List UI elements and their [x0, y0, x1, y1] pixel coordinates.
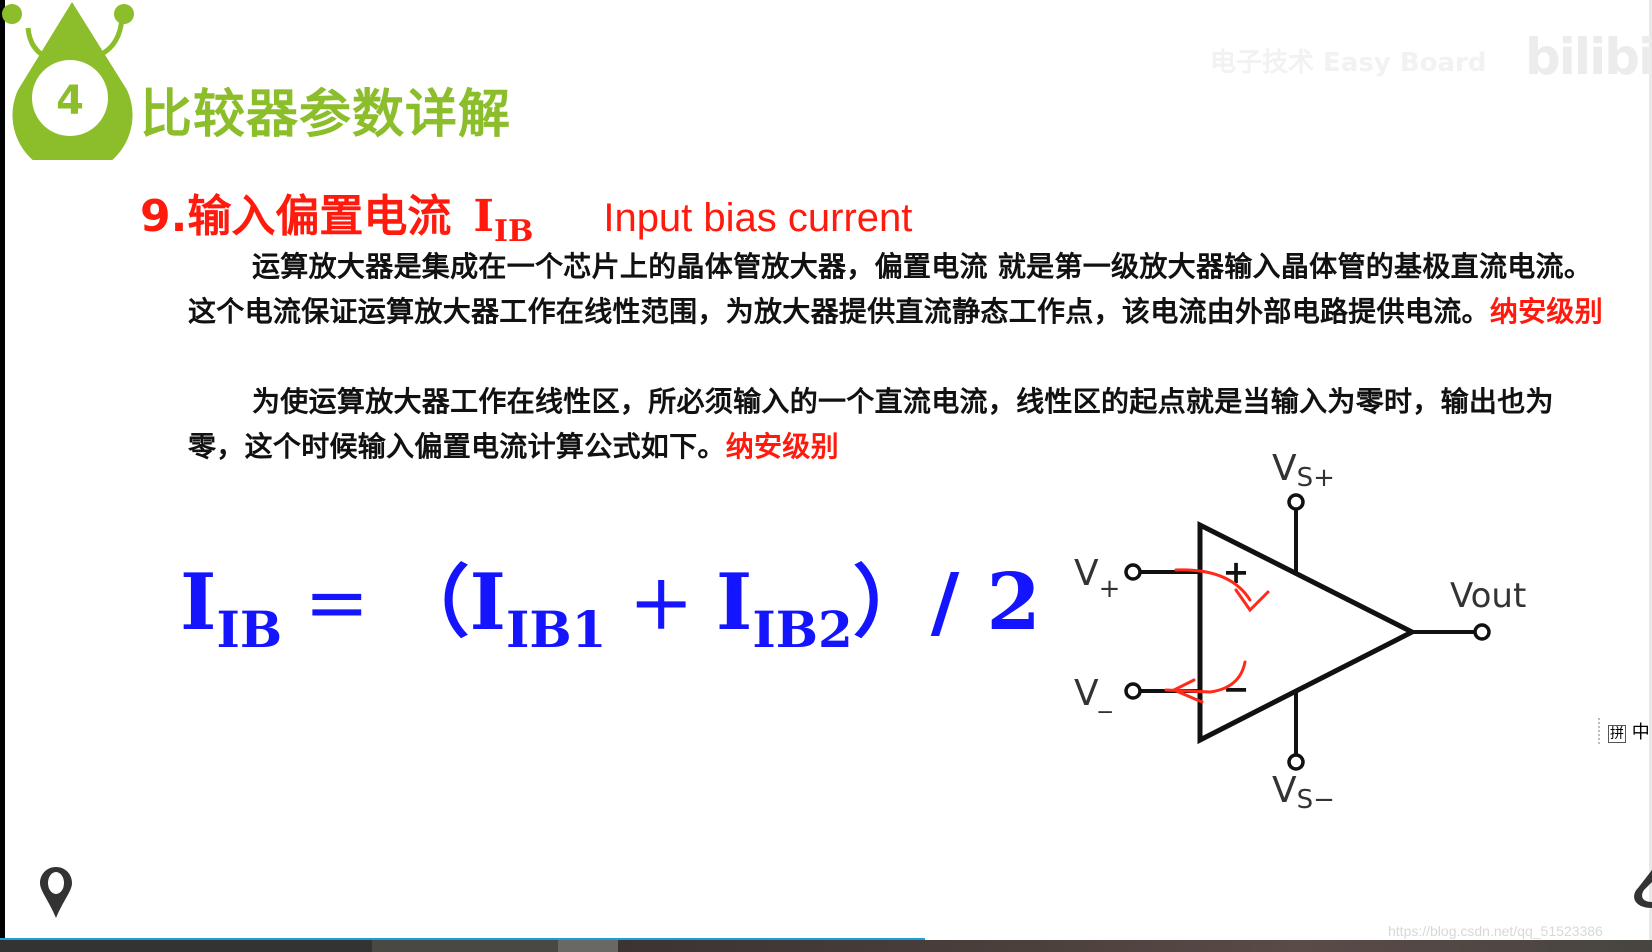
heading-symbol: IIB — [473, 191, 534, 249]
channel-watermark: 电子技术 Easy Board — [1210, 48, 1487, 78]
supply-neg-terminal — [1287, 753, 1305, 771]
heading-english: Input bias current — [603, 196, 913, 240]
paragraph-1-text: 运算放大器是集成在一个芯片上的晶体管放大器，偏置电流 就是第一级放大器输入晶体管… — [188, 250, 1593, 328]
ime-language[interactable]: 中 — [1632, 722, 1650, 743]
input-neg-terminal — [1124, 682, 1142, 700]
url-watermark: https://blog.csdn.net/qq_51523386 — [1388, 923, 1603, 939]
location-pin-icon-right[interactable] — [1628, 870, 1652, 910]
input-pos-label: V+ — [1074, 553, 1120, 604]
opamp-diagram: + − VS+ VS− V+ V_ Vout — [1074, 448, 1526, 815]
slide-heading: 9.输入偏置电流 IIB Input bias current — [140, 180, 912, 249]
supply-pos-label: VS+ — [1272, 448, 1335, 493]
location-pin-icon[interactable] — [38, 865, 74, 920]
supply-neg-label: VS− — [1272, 770, 1335, 815]
input-pos-terminal — [1124, 563, 1142, 581]
section-number: 4 — [56, 78, 84, 124]
bilibili-logo: bilibili — [1525, 28, 1652, 86]
minus-sign: − — [1223, 670, 1250, 708]
section-number-logo: 4 — [2, 2, 134, 160]
bias-current-formula: IIB = （IIB1 + IIB2）/ 2 — [180, 557, 1041, 659]
paragraph-1: 运算放大器是集成在一个芯片上的晶体管放大器，偏置电流 就是第一级放大器输入晶体管… — [188, 244, 1608, 334]
ime-mode-box[interactable]: 拼 — [1608, 725, 1626, 743]
heading-title: 9.输入偏置电流 — [140, 191, 452, 242]
input-neg-label: V_ — [1074, 673, 1113, 714]
output-label: Vout — [1450, 576, 1526, 616]
section-title: 比较器参数详解 — [140, 85, 512, 145]
paragraph-1-highlight: 纳安级别 — [1489, 295, 1604, 328]
supply-pos-terminal — [1287, 493, 1305, 511]
ime-indicator[interactable]: 拼 中 — [1598, 718, 1652, 744]
taskbar-strip — [0, 940, 1652, 952]
output-terminal — [1473, 623, 1491, 641]
paragraph-2-highlight: 纳安级别 — [725, 430, 839, 463]
